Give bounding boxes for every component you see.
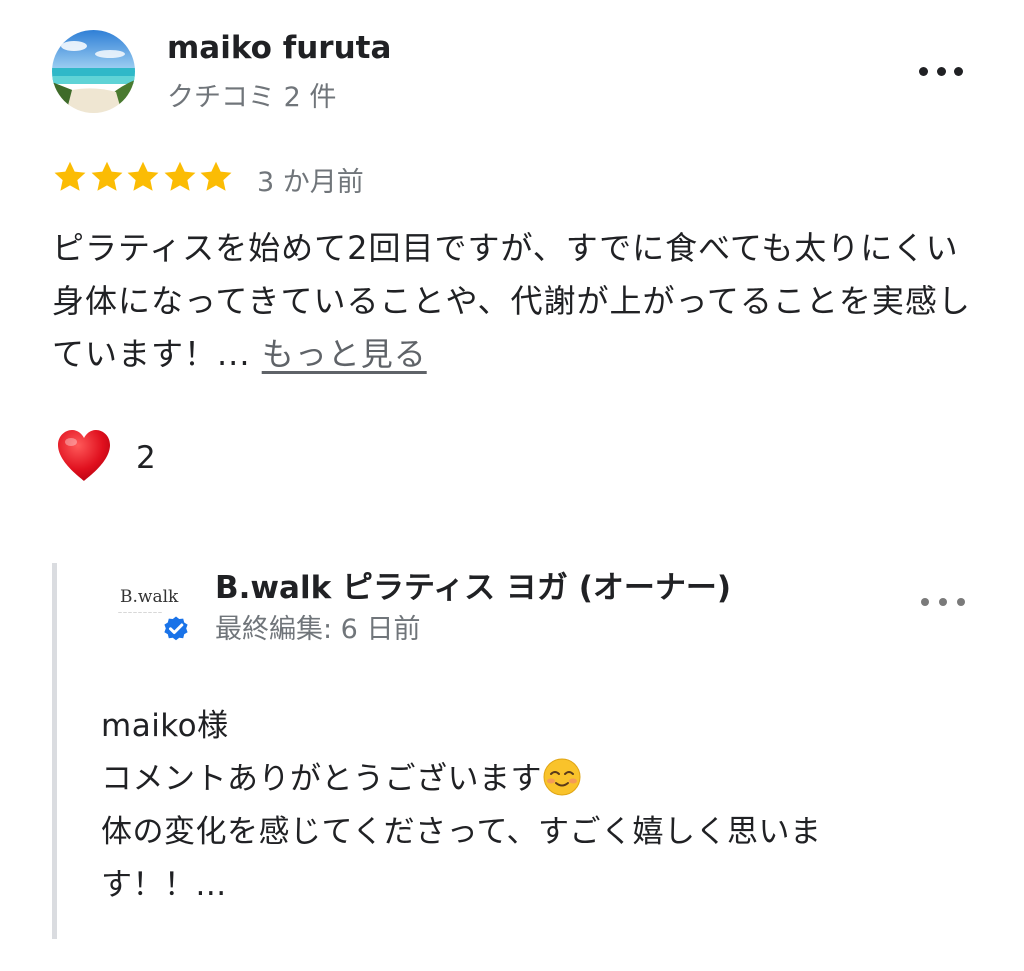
dot-icon bbox=[936, 66, 946, 76]
star-rating bbox=[52, 159, 235, 195]
star-icon bbox=[91, 161, 122, 191]
dot-icon bbox=[954, 66, 963, 76]
star-icon bbox=[200, 161, 232, 191]
reply-line-with-emoji: コメントありがとうございます bbox=[101, 753, 931, 806]
star-icon bbox=[127, 161, 159, 191]
reviewer-name[interactable]: maiko furuta bbox=[167, 30, 391, 66]
owner-logo-subtext: ————————— bbox=[118, 610, 163, 615]
review-more-options-button[interactable] bbox=[919, 61, 963, 81]
star-icon bbox=[164, 161, 195, 191]
owner-edited-time: 最終編集: 6 日前 bbox=[215, 614, 421, 645]
dot-icon bbox=[921, 598, 929, 606]
reply-line: maiko様 bbox=[101, 708, 229, 744]
reply-more-options-button[interactable] bbox=[921, 592, 965, 612]
review-time: 3 か月前 bbox=[257, 167, 364, 198]
owner-name[interactable]: B.walk ピラティス ヨガ (オーナー) bbox=[215, 562, 731, 607]
reply-line: コメントありがとうございます bbox=[101, 761, 542, 797]
read-more-link[interactable]: もっと見る bbox=[262, 335, 427, 373]
smiling-face-emoji-icon bbox=[543, 758, 581, 796]
star-icon bbox=[54, 161, 86, 191]
dot-icon bbox=[919, 66, 928, 76]
owner-reply-text: maiko様 コメントありがとうございます 体の変化を感じてくださって、すごく嬉… bbox=[101, 700, 931, 912]
review-text: ピラティスを始めて2回目ですが、すでに食べても太りにくい身体になってきていること… bbox=[52, 222, 987, 381]
owner-logo-text: B.walk bbox=[120, 587, 179, 607]
heart-icon[interactable] bbox=[55, 428, 113, 484]
review-count: クチコミ 2 件 bbox=[167, 82, 337, 113]
verified-badge-icon bbox=[162, 615, 190, 643]
reply-divider bbox=[52, 563, 57, 939]
dot-icon bbox=[957, 598, 965, 606]
reviewer-avatar[interactable] bbox=[52, 30, 135, 113]
reply-line: す！！... bbox=[101, 867, 227, 903]
reaction-count: 2 bbox=[136, 440, 156, 476]
reply-line: 体の変化を感じてくださって、すごく嬉しく思いま bbox=[101, 814, 822, 850]
dot-icon bbox=[939, 598, 947, 606]
review-body: ピラティスを始めて2回目ですが、すでに食べても太りにくい身体になってきていること… bbox=[52, 229, 971, 373]
